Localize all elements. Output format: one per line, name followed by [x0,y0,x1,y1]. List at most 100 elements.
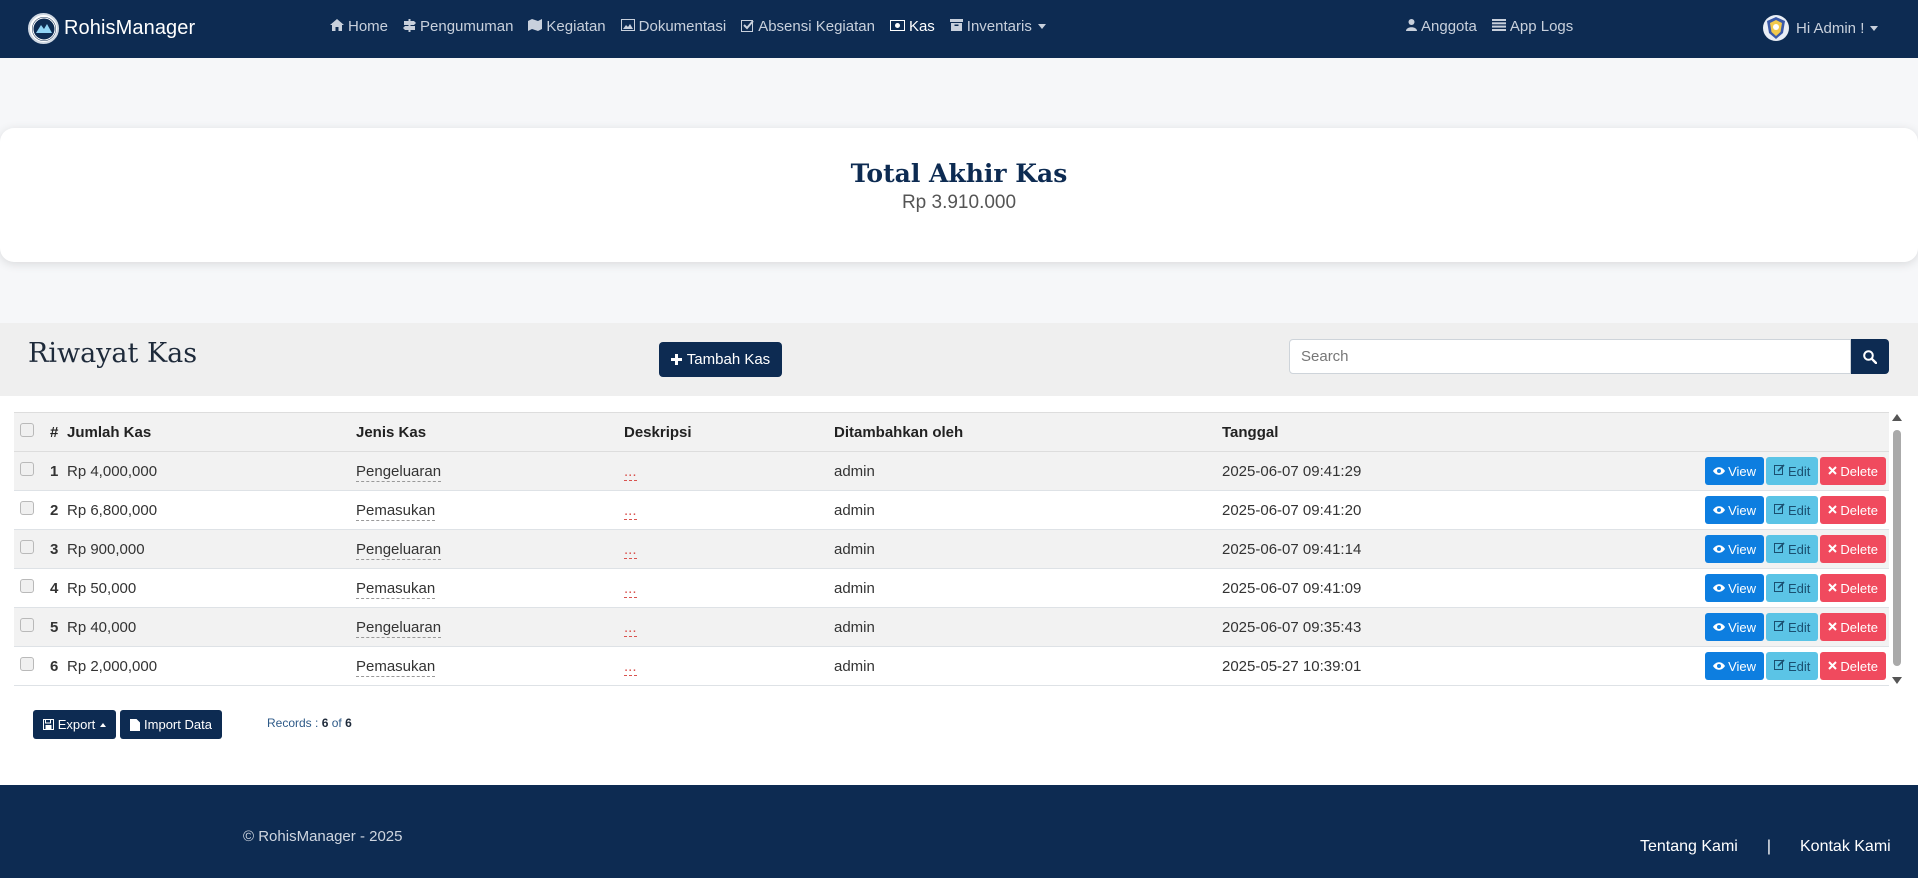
row-date: 2025-06-07 09:41:20 [1222,490,1552,530]
row-type-cell: Pemasukan [356,568,624,608]
row-description[interactable]: ... [624,501,637,520]
row-added-by: admin [834,451,1222,491]
nav-inventaris[interactable]: Inventaris [949,18,1046,35]
nav-anggota-label: Anggota [1421,18,1477,35]
row-select-cell [14,646,50,686]
row-amount: Rp 40,000 [67,607,356,647]
row-select-cell [14,607,50,647]
total-balance-card: Total Akhir Kas Rp 3.910.000 [0,128,1918,262]
total-value: Rp 3.910.000 [901,192,1017,213]
view-button[interactable]: View [1705,613,1765,641]
eye-icon [1713,659,1726,673]
edit-button[interactable]: Edit [1766,535,1819,563]
import-data-button[interactable]: Import Data [120,710,222,739]
delete-button[interactable]: Delete [1820,535,1886,563]
row-actions: View Edit Delete [1552,490,1889,530]
table-row: 3 Rp 900,000 Pengeluaran... admin 2025-06-07… [14,529,1889,569]
edit-icon [1774,659,1785,673]
row-desc-cell: ... [624,451,834,491]
row-actions: View Edit Delete [1552,451,1889,491]
row-select-cell [14,490,50,530]
table-scroll-container[interactable]: # Jumlah Kas Jenis Kas Deskripsi Ditamba… [14,412,1889,696]
view-label: View [1728,541,1757,557]
select-all-checkbox[interactable] [20,422,34,437]
row-description[interactable]: ... [624,657,637,676]
row-type[interactable]: Pengeluaran [356,618,442,638]
delete-label: Delete [1840,580,1878,596]
view-button[interactable]: View [1705,652,1765,680]
nav-kegiatan[interactable]: Kegiatan [528,18,606,35]
archive-icon [949,19,963,34]
records-count: Records : 6 of 6 [267,716,352,730]
row-type[interactable]: Pengeluaran [356,540,442,560]
row-checkbox[interactable] [20,578,34,593]
delete-button[interactable]: Delete [1820,613,1886,641]
row-description[interactable]: ... [624,462,637,481]
scroll-thumb[interactable] [1893,430,1901,666]
row-number: 4 [50,568,67,608]
delete-button[interactable]: Delete [1820,457,1886,485]
contact-link[interactable]: Kontak Kami [1800,838,1891,856]
eye-icon [1713,581,1726,595]
row-type[interactable]: Pemasukan [356,579,436,599]
delete-button[interactable]: Delete [1820,652,1886,680]
row-added-by: admin [834,490,1222,530]
nav-home[interactable]: Home [330,18,388,35]
add-kas-button[interactable]: Tambah Kas [659,342,782,377]
edit-label: Edit [1788,580,1811,596]
edit-button[interactable]: Edit [1766,496,1819,524]
table-scrollbar[interactable] [1892,414,1902,684]
secondary-nav: Anggota App Logs [1406,18,1588,35]
view-button[interactable]: View [1705,574,1765,602]
view-label: View [1728,580,1757,596]
delete-button[interactable]: Delete [1820,574,1886,602]
signpost-icon [403,18,417,35]
user-menu[interactable]: Hi Admin ! [1763,15,1879,41]
chevron-up-icon [100,722,107,727]
delete-button[interactable]: Delete [1820,496,1886,524]
row-description[interactable]: ... [624,579,637,598]
nav-anggota[interactable]: Anggota [1406,18,1477,35]
view-button[interactable]: View [1705,457,1765,485]
nav-absensi[interactable]: Absensi Kegiatan [741,18,875,35]
search-input[interactable] [1289,339,1851,374]
edit-icon [1774,581,1785,595]
search-button[interactable] [1851,339,1889,374]
edit-button[interactable]: Edit [1766,613,1819,641]
row-type[interactable]: Pengeluaran [356,462,442,482]
edit-button[interactable]: Edit [1766,652,1819,680]
scroll-down-icon[interactable] [1892,677,1902,684]
close-icon [1828,503,1838,517]
row-checkbox[interactable] [20,656,34,671]
edit-button[interactable]: Edit [1766,574,1819,602]
row-added-by: admin [834,529,1222,569]
scroll-up-icon[interactable] [1892,414,1902,421]
row-type[interactable]: Pemasukan [356,657,436,677]
kas-table: # Jumlah Kas Jenis Kas Deskripsi Ditamba… [14,412,1889,686]
home-icon [330,19,344,34]
row-checkbox[interactable] [20,500,34,515]
row-amount: Rp 2,000,000 [67,646,356,686]
row-added-by: admin [834,568,1222,608]
chevron-down-icon [1037,24,1046,29]
view-button[interactable]: View [1705,535,1765,563]
edit-icon [1774,464,1785,478]
edit-button[interactable]: Edit [1766,457,1819,485]
nav-app-logs[interactable]: App Logs [1491,18,1573,35]
view-button[interactable]: View [1705,496,1765,524]
row-amount: Rp 6,800,000 [67,490,356,530]
row-type[interactable]: Pemasukan [356,501,436,521]
row-checkbox[interactable] [20,617,34,632]
row-checkbox[interactable] [20,461,34,476]
export-button[interactable]: Export [33,710,116,739]
nav-kas[interactable]: Kas [889,18,935,35]
row-checkbox[interactable] [20,539,34,554]
nav-pengumuman[interactable]: Pengumuman [403,18,513,35]
brand-link[interactable]: RohisManager [28,13,195,44]
about-link[interactable]: Tentang Kami [1640,838,1738,856]
row-description[interactable]: ... [624,540,637,559]
delete-label: Delete [1840,619,1878,635]
row-description[interactable]: ... [624,618,637,637]
edit-icon [1774,542,1785,556]
nav-dokumentasi[interactable]: Dokumentasi [620,18,726,35]
